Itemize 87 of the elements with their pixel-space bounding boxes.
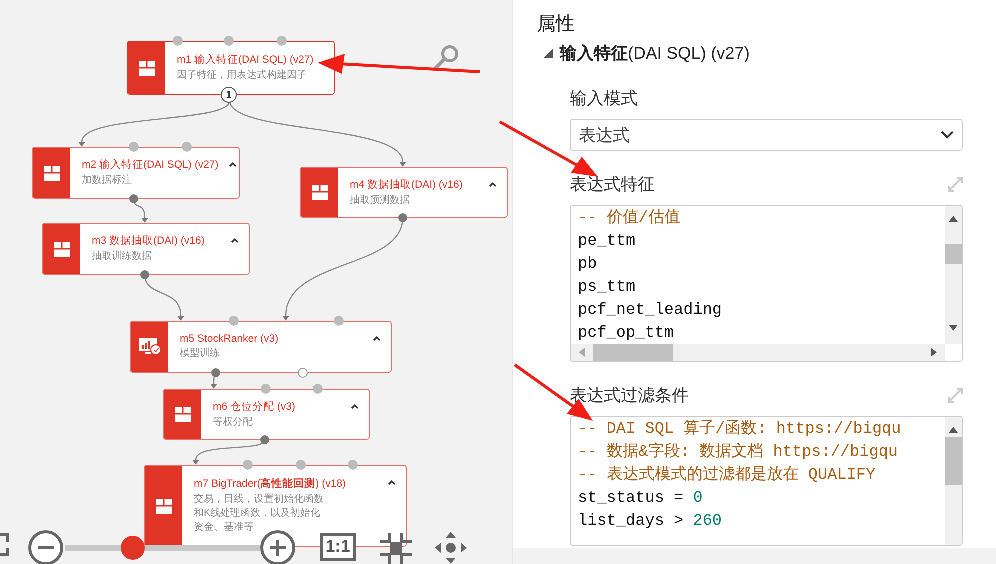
table-icon bbox=[312, 185, 328, 200]
vertical-scrollbar[interactable] bbox=[945, 417, 962, 545]
code-editor[interactable]: -- 价值/估值 pe_ttm pb ps_ttm pcf_net_leading pcf_op_ttm bbox=[570, 205, 963, 362]
zoom-in-button[interactable] bbox=[260, 530, 296, 564]
zoom-out-button[interactable] bbox=[28, 530, 64, 564]
module-node[interactable]: m2 输入特征(DAI SQL) (v27) 加数据标注 bbox=[32, 147, 240, 199]
table-icon bbox=[174, 407, 190, 422]
port-dot[interactable] bbox=[129, 142, 139, 152]
node-description: 抽取预测数据 bbox=[350, 194, 410, 208]
code-line: -- 价值/估值 bbox=[578, 208, 680, 229]
code-line: pe_ttm bbox=[578, 231, 636, 252]
scrollbar-thumb[interactable] bbox=[945, 437, 962, 485]
triangle-icon bbox=[544, 49, 553, 58]
scroll-up-icon[interactable] bbox=[949, 216, 958, 222]
node-description: 交易，日线，设置初始化函数 和K线处理函数，以及初始化 资金、基准等 bbox=[194, 493, 324, 535]
port-dot[interactable] bbox=[313, 384, 323, 394]
scroll-right-icon[interactable] bbox=[931, 348, 937, 357]
port-dot[interactable] bbox=[140, 270, 150, 280]
node-description: 加数据标注 bbox=[82, 174, 132, 188]
code-editor[interactable]: -- DAI SQL 算子/函数: https://bigqu -- 数据&字段: 数据文档 https://bigqu -- 表达式模式的过滤都是放在 QUALIFY st_status = 0 list_days > 260 bbox=[570, 416, 963, 546]
port-dot[interactable] bbox=[277, 36, 287, 46]
node-description: 等权分配 bbox=[213, 416, 253, 430]
chevron-down-icon bbox=[941, 131, 954, 139]
port-dot[interactable] bbox=[260, 436, 270, 444]
module-node[interactable]: m4 数据抽取(DAI) (v16) 抽取预测数据 bbox=[300, 167, 508, 218]
field-label: 表达式特征 bbox=[570, 174, 655, 196]
actual-size-button[interactable]: 1:1 bbox=[320, 533, 356, 561]
code-line: -- DAI SQL 算子/函数: https://bigqu bbox=[578, 419, 902, 440]
node-description: 抽取训练数据 bbox=[92, 250, 152, 264]
scroll-down-icon[interactable] bbox=[949, 325, 958, 331]
caret-icon[interactable] bbox=[228, 162, 237, 167]
port-dot[interactable] bbox=[212, 368, 220, 378]
port-dot[interactable] bbox=[296, 460, 306, 470]
caret-icon[interactable] bbox=[231, 238, 239, 243]
node-title: m7 BigTrader(高性能回测) (v18) bbox=[194, 477, 346, 491]
port-dot[interactable] bbox=[243, 460, 253, 470]
table-icon bbox=[156, 498, 172, 514]
port-dot[interactable] bbox=[334, 316, 344, 326]
node-title: m4 数据抽取(DAI) (v16) bbox=[350, 178, 463, 192]
node-title: m2 输入特征(DAI SQL) (v27) bbox=[82, 158, 219, 172]
module-heading[interactable]: 输入特征(DAI SQL) (v27) bbox=[544, 42, 750, 65]
port-dot[interactable] bbox=[398, 214, 408, 222]
field-label: 表达式过滤条件 bbox=[570, 385, 689, 407]
node-title: m3 数据抽取(DAI) (v16) bbox=[92, 234, 205, 248]
output-count-badge: 1 bbox=[221, 87, 237, 103]
module-node[interactable]: m3 数据抽取(DAI) (v16) 抽取训练数据 bbox=[42, 223, 250, 275]
port-dot[interactable] bbox=[182, 142, 192, 152]
mode-dropdown[interactable]: 表达式 bbox=[570, 119, 963, 151]
caret-icon[interactable] bbox=[388, 480, 396, 485]
scrollbar-thumb[interactable] bbox=[945, 244, 962, 264]
node-title: m5 StockRanker (v3) bbox=[180, 333, 279, 345]
code-line: st_status = 0 bbox=[578, 488, 703, 509]
port-dot[interactable] bbox=[298, 368, 308, 378]
scrollbar-thumb[interactable] bbox=[593, 344, 673, 361]
node-title: m6 仓位分配 (v3) bbox=[213, 400, 296, 414]
vertical-scrollbar[interactable] bbox=[945, 206, 962, 344]
node-title: m1 输入特征(DAI SQL) (v27) bbox=[177, 53, 314, 67]
code-line: pcf_op_ttm bbox=[578, 323, 674, 344]
scroll-up-icon[interactable] bbox=[949, 427, 958, 433]
code-line: -- 数据&字段: 数据文档 https://bigqu bbox=[578, 442, 898, 463]
code-line: pb bbox=[578, 254, 598, 275]
fit-view-icon[interactable] bbox=[380, 533, 412, 564]
node-description: 模型训练 bbox=[180, 347, 220, 361]
panel-title: 属性 bbox=[537, 13, 576, 37]
table-icon bbox=[54, 242, 70, 256]
horizontal-scrollbar[interactable] bbox=[571, 344, 945, 361]
module-node[interactable]: m6 仓位分配 (v3) 等权分配 bbox=[163, 389, 370, 440]
code-line: ps_ttm bbox=[578, 277, 636, 298]
module-node[interactable]: m5 StockRanker (v3) 模型训练 bbox=[130, 321, 392, 373]
table-icon bbox=[138, 60, 154, 76]
chart-monitor-icon bbox=[138, 338, 160, 356]
port-dot[interactable] bbox=[130, 194, 138, 204]
node-description: 因子特征，用表达式构建因子 bbox=[177, 69, 307, 83]
port-dot[interactable] bbox=[173, 36, 183, 46]
port-dot[interactable] bbox=[229, 316, 239, 326]
caret-icon[interactable] bbox=[373, 336, 381, 341]
pan-icon[interactable] bbox=[435, 532, 467, 564]
caret-icon[interactable] bbox=[489, 182, 497, 187]
port-dot[interactable] bbox=[348, 460, 358, 470]
code-line: pcf_net_leading bbox=[578, 300, 722, 321]
caret-icon[interactable] bbox=[351, 404, 359, 409]
table-icon bbox=[44, 166, 60, 180]
field-label: 输入模式 bbox=[570, 88, 638, 110]
code-line: -- 表达式模式的过滤都是放在 QUALIFY bbox=[578, 464, 876, 486]
port-dot[interactable] bbox=[224, 36, 234, 46]
code-line: list_days > 260 bbox=[578, 511, 722, 532]
port-dot[interactable] bbox=[261, 384, 271, 394]
